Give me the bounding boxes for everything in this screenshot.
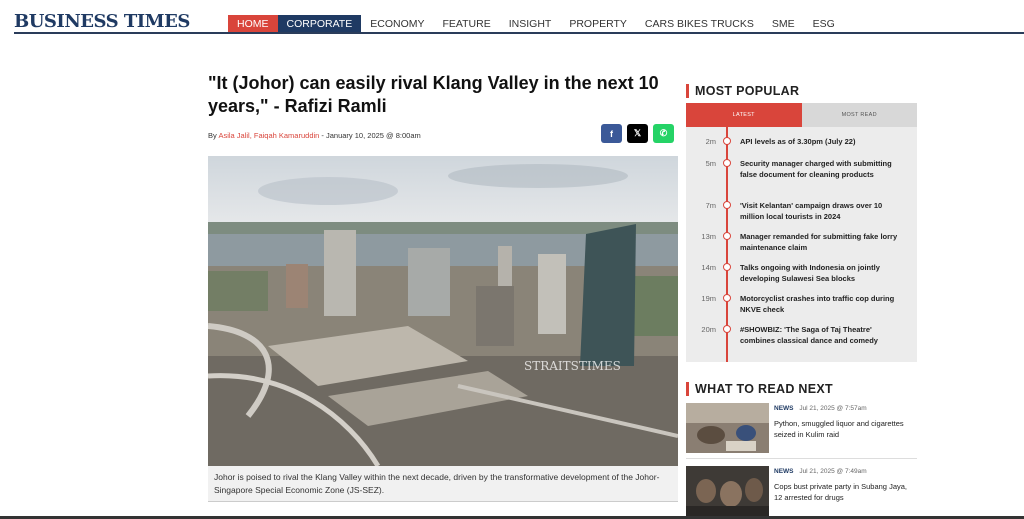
read-next-title[interactable]: Python, smuggled liquor and cigarettes s… bbox=[774, 418, 914, 440]
item-time: 13m bbox=[701, 232, 716, 241]
nav-cars-bikes-trucks[interactable]: CARS BIKES TRUCKS bbox=[636, 15, 763, 33]
share-buttons: f 𝕏 ✆ bbox=[601, 124, 674, 143]
item-time: 7m bbox=[705, 201, 716, 210]
item-time: 20m bbox=[701, 325, 716, 334]
nav-esg[interactable]: ESG bbox=[804, 15, 844, 33]
tab-most-read[interactable]: MOST READ bbox=[801, 103, 917, 127]
timeline-dot-icon bbox=[723, 137, 731, 145]
item-title[interactable]: 'Visit Kelantan' campaign draws over 10 … bbox=[740, 200, 900, 231]
read-next-body: NEWS Jul 21, 2025 @ 7:57am Python, smugg… bbox=[774, 403, 914, 458]
popular-tabs: LATEST MOST READ bbox=[686, 103, 917, 127]
most-popular-title: MOST POPULAR bbox=[686, 84, 917, 98]
read-next-meta: NEWS Jul 21, 2025 @ 7:49am bbox=[774, 466, 914, 477]
item-time: 2m bbox=[705, 137, 716, 146]
item-title[interactable]: Security manager charged with submitting… bbox=[740, 158, 900, 200]
read-next-date: Jul 21, 2025 @ 7:49am bbox=[799, 468, 867, 475]
list-item[interactable]: 14m Talks ongoing with Indonesia on join… bbox=[686, 262, 917, 293]
header-divider bbox=[14, 32, 1024, 34]
item-title[interactable]: Manager remanded for submitting fake lor… bbox=[740, 231, 900, 262]
article-thumbnail[interactable] bbox=[686, 466, 769, 516]
timeline-dot-icon bbox=[723, 201, 731, 209]
category-tag[interactable]: NEWS bbox=[774, 468, 794, 475]
popular-list: 2m API levels as of 3.30pm (July 22) 5m … bbox=[686, 127, 917, 362]
list-item[interactable]: NEWS Jul 21, 2025 @ 7:57am Python, smugg… bbox=[686, 403, 917, 459]
nav-economy[interactable]: ECONOMY bbox=[361, 15, 433, 33]
timeline-dot-icon bbox=[723, 159, 731, 167]
facebook-share-button[interactable]: f bbox=[601, 124, 622, 143]
item-time: 19m bbox=[701, 294, 716, 303]
list-item[interactable]: 7m 'Visit Kelantan' campaign draws over … bbox=[686, 200, 917, 231]
article-photo: STRAITSTIMES bbox=[208, 156, 678, 466]
list-item[interactable]: 20m #SHOWBIZ: 'The Saga of Taj Theatre' … bbox=[686, 324, 917, 355]
list-item[interactable]: NEWS Jul 21, 2025 @ 7:49am Cops bust pri… bbox=[686, 466, 917, 519]
read-next-body: NEWS Jul 21, 2025 @ 7:49am Cops bust pri… bbox=[774, 466, 914, 519]
list-item[interactable]: 19m Motorcyclist crashes into traffic co… bbox=[686, 293, 917, 324]
item-title[interactable]: Motorcyclist crashes into traffic cop du… bbox=[740, 293, 900, 324]
timeline-dot-icon bbox=[723, 294, 731, 302]
nav-home[interactable]: HOME bbox=[228, 15, 278, 33]
what-to-read-next-title: WHAT TO READ NEXT bbox=[686, 382, 917, 396]
item-time: 14m bbox=[701, 263, 716, 272]
category-tag[interactable]: NEWS bbox=[774, 405, 794, 412]
item-title[interactable]: Talks ongoing with Indonesia on jointly … bbox=[740, 262, 900, 293]
read-next-meta: NEWS Jul 21, 2025 @ 7:57am bbox=[774, 403, 914, 414]
timeline-dot-icon bbox=[723, 232, 731, 240]
article: "It (Johor) can easily rival Klang Valle… bbox=[208, 72, 678, 502]
nav-sme[interactable]: SME bbox=[763, 15, 804, 33]
article-thumbnail[interactable] bbox=[686, 403, 769, 453]
list-item[interactable]: 5m Security manager charged with submitt… bbox=[686, 158, 917, 200]
x-share-button[interactable]: 𝕏 bbox=[627, 124, 648, 143]
nav-feature[interactable]: FEATURE bbox=[434, 15, 500, 33]
sidebar: MOST POPULAR LATEST MOST READ 2m API lev… bbox=[686, 84, 917, 519]
read-next-title[interactable]: Cops bust private party in Subang Jaya, … bbox=[774, 481, 914, 503]
read-next-date: Jul 21, 2025 @ 7:57am bbox=[799, 405, 867, 412]
item-title[interactable]: #SHOWBIZ: 'The Saga of Taj Theatre' comb… bbox=[740, 324, 900, 355]
site-logo[interactable]: BUSINESS TIMES bbox=[14, 11, 190, 32]
timeline-dot-icon bbox=[723, 263, 731, 271]
nav-property[interactable]: PROPERTY bbox=[560, 15, 636, 33]
site-header: BUSINESS TIMES HOME CORPORATE ECONOMY FE… bbox=[0, 0, 1024, 46]
tab-latest[interactable]: LATEST bbox=[686, 103, 802, 127]
byline-authors[interactable]: Asila Jalil, Faiqah Kamaruddin bbox=[218, 131, 319, 140]
item-time: 5m bbox=[705, 159, 716, 168]
photo-watermark: STRAITSTIMES bbox=[524, 359, 621, 373]
main-nav: HOME CORPORATE ECONOMY FEATURE INSIGHT P… bbox=[228, 15, 844, 33]
item-title[interactable]: API levels as of 3.30pm (July 22) bbox=[740, 136, 900, 158]
whatsapp-share-button[interactable]: ✆ bbox=[653, 124, 674, 143]
byline-date: - January 10, 2025 @ 8:00am bbox=[319, 131, 421, 140]
nav-corporate[interactable]: CORPORATE bbox=[277, 15, 362, 33]
byline-prefix: By bbox=[208, 131, 219, 140]
article-headline: "It (Johor) can easily rival Klang Valle… bbox=[208, 73, 659, 116]
list-item[interactable]: 13m Manager remanded for submitting fake… bbox=[686, 231, 917, 262]
photo-caption: Johor is poised to rival the Klang Valle… bbox=[208, 466, 678, 502]
list-item[interactable]: 2m API levels as of 3.30pm (July 22) bbox=[686, 136, 917, 158]
timeline-dot-icon bbox=[723, 325, 731, 333]
nav-insight[interactable]: INSIGHT bbox=[500, 15, 561, 33]
